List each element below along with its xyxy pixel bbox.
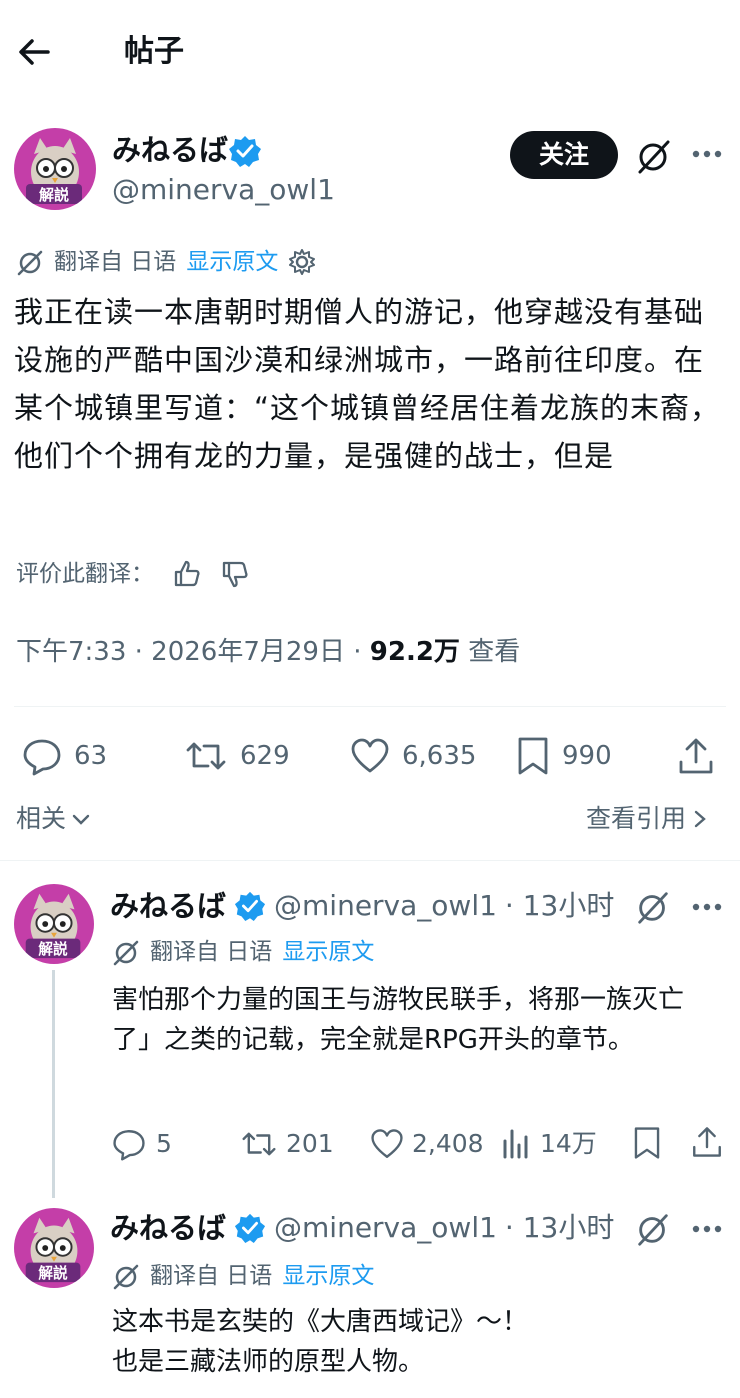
translate-label: 翻译自 日语 [150,939,273,965]
view-quotes-link[interactable]: 查看引用 [586,800,710,838]
view-count: 92.2万 [369,637,460,667]
bookmark-icon [516,736,550,776]
show-original-link[interactable]: 显示原文 [282,936,374,968]
reply-text-line: 也是三藏法师的原型人物。 [112,1347,425,1377]
like-button[interactable]: 2,408 [370,1124,484,1164]
show-original-link[interactable]: 显示原文 [282,1260,374,1292]
bookmark-count: 990 [562,741,612,771]
translation-row: 翻译自 日语 显示原文 [16,246,316,278]
view-quotes-label: 查看引用 [586,804,687,833]
retweet-count: 629 [240,741,290,771]
analytics-bar-icon [500,1127,532,1161]
retweet-icon [184,736,228,776]
reply-button[interactable]: 5 [112,1124,172,1164]
grok-icon[interactable] [634,1210,672,1248]
reply-header: みねるば @minerva_owl1 · 13小时 [110,1208,614,1248]
bookmark-button[interactable]: 990 [516,736,612,776]
svg-text:解説: 解説 [38,940,68,958]
reply-button[interactable]: 63 [22,736,107,776]
translate-label: 翻译自 日语 [150,1263,273,1289]
verified-badge-icon [234,1212,266,1244]
share-icon[interactable] [676,736,716,776]
thumbs-up-icon[interactable] [172,559,202,589]
views-label: 查看 [459,637,521,667]
reply-avatar[interactable]: 解説 [14,1208,94,1288]
reply-author-name[interactable]: みねるば [110,886,226,926]
reply-author-handle[interactable]: @minerva_owl1 [274,886,497,926]
svg-text:解説: 解説 [39,186,69,204]
retweet-button[interactable]: 201 [240,1124,334,1164]
page-title: 帖子 [124,34,184,69]
reply-avatar[interactable]: 解説 [14,884,94,964]
share-icon[interactable] [690,1124,724,1160]
heart-icon [350,736,390,776]
post-time: 下午7:33 · 2026年7月29日 · [16,637,370,667]
chevron-right-icon [690,808,710,830]
verified-badge-icon [234,890,266,922]
author-handle[interactable]: @minerva_owl1 [112,170,335,210]
follow-button[interactable]: 关注 [510,131,618,179]
reply-count: 63 [74,741,108,771]
rate-label: 评价此翻译： [16,561,154,587]
svg-text:解説: 解説 [38,1264,68,1282]
thread-line [52,970,55,1198]
like-count: 6,635 [402,741,477,771]
divider [0,860,740,861]
retweet-button[interactable]: 629 [184,736,290,776]
reply-author-name[interactable]: みねるば [110,1208,226,1248]
chevron-down-icon [70,808,92,830]
reply-time: · 13小时 [504,1211,615,1244]
retweet-count: 201 [286,1129,334,1158]
bookmark-icon[interactable] [632,1126,662,1160]
reply-text: 害怕那个力量的国王与游牧民联手，将那一族灭亡了」之类的记载，完全就是RPG开头的… [112,985,685,1055]
thumbs-down-icon[interactable] [220,559,250,589]
translate-icon [112,1262,140,1290]
settings-gear-icon[interactable] [288,248,316,276]
verified-badge-icon [228,134,262,168]
grok-icon[interactable] [634,888,672,926]
grok-icon[interactable] [634,136,674,176]
reply-header: みねるば @minerva_owl1 · 13小时 [110,886,614,926]
reply-translation-row: 翻译自 日语 显示原文 [112,936,374,968]
reply-text-line: 这本书是玄奘的《大唐西域记》～！ [112,1307,529,1337]
translate-icon [112,938,140,966]
reply-translation-row: 翻译自 日语 显示原文 [112,1260,374,1292]
reply-time: · 13小时 [504,889,615,922]
rate-translation-row: 评价此翻译： [16,558,250,590]
show-original-link[interactable]: 显示原文 [186,246,278,278]
related-label: 相关 [16,804,67,833]
more-options-icon[interactable] [690,895,724,919]
like-count: 2,408 [412,1129,484,1158]
reply-count: 5 [156,1129,172,1158]
avatar[interactable]: 解説 [14,128,96,210]
reply-icon [112,1127,146,1161]
views-count: 14万 [540,1129,597,1158]
views-button[interactable]: 14万 [500,1124,597,1164]
more-options-icon[interactable] [690,142,724,166]
heart-icon [370,1127,404,1161]
author-name[interactable]: みねるば [112,130,228,170]
translate-label: 翻译自 日语 [54,249,177,275]
divider [14,706,726,707]
translate-icon [16,248,44,276]
reply-author-handle[interactable]: @minerva_owl1 [274,1208,497,1248]
reply-icon [22,736,62,776]
related-dropdown[interactable]: 相关 [16,800,92,838]
more-options-icon[interactable] [690,1217,724,1241]
post-text: 我正在读一本唐朝时期僧人的游记，他穿越没有基础设施的严酷中国沙漠和绿洲城市，一路… [14,295,721,473]
retweet-icon [240,1127,278,1161]
back-arrow-icon[interactable] [14,32,54,72]
like-button[interactable]: 6,635 [350,736,476,776]
post-timestamp-row: 下午7:33 · 2026年7月29日 · 92.2万 查看 [16,632,520,672]
